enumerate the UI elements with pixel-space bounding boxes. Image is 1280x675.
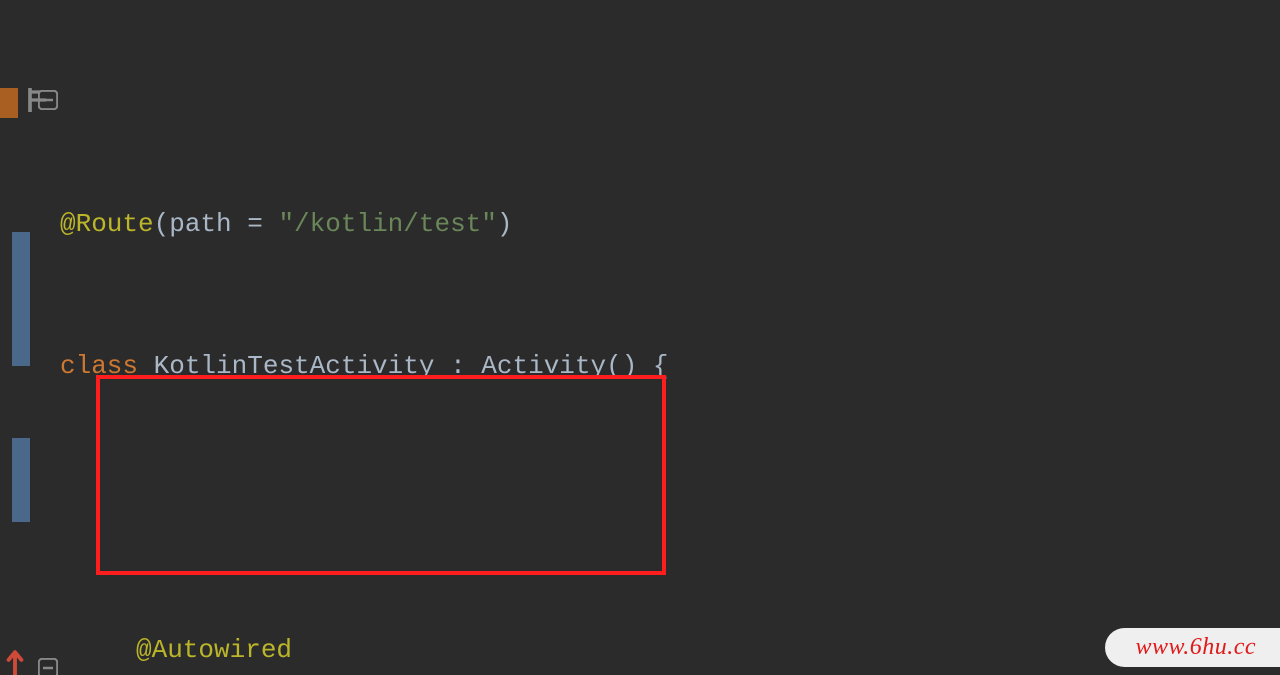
code-line[interactable]: @Route(path = "/kotlin/test") <box>56 198 1280 250</box>
highlight-box <box>96 375 666 575</box>
change-marker-modified <box>0 88 18 118</box>
code-line[interactable]: class KotlinTestActivity : Activity() { <box>56 340 1280 392</box>
change-marker-added <box>12 232 30 366</box>
string-literal: "/kotlin/test" <box>278 209 496 239</box>
code-line-partial: = wuyue <box>56 90 1280 108</box>
change-marker-added <box>12 438 30 522</box>
annotation-autowired: @Autowired <box>136 635 292 665</box>
keyword-class: class <box>60 351 138 381</box>
code-line-blank[interactable] <box>56 482 1280 534</box>
class-name: KotlinTestActivity <box>138 351 450 381</box>
editor-gutter <box>0 0 56 675</box>
fold-minus-icon[interactable] <box>38 658 58 675</box>
fold-minus-icon[interactable] <box>38 90 58 110</box>
annotation-route: @Route <box>60 209 154 239</box>
code-content[interactable]: = wuyue @Route(path = "/kotlin/test") cl… <box>56 0 1280 675</box>
vcs-arrow-icon <box>6 647 24 675</box>
code-editor[interactable]: = wuyue @Route(path = "/kotlin/test") cl… <box>0 0 1280 675</box>
watermark-badge: www.6hu.cc <box>1105 628 1280 667</box>
code-line[interactable]: @Autowired <box>56 624 1280 675</box>
